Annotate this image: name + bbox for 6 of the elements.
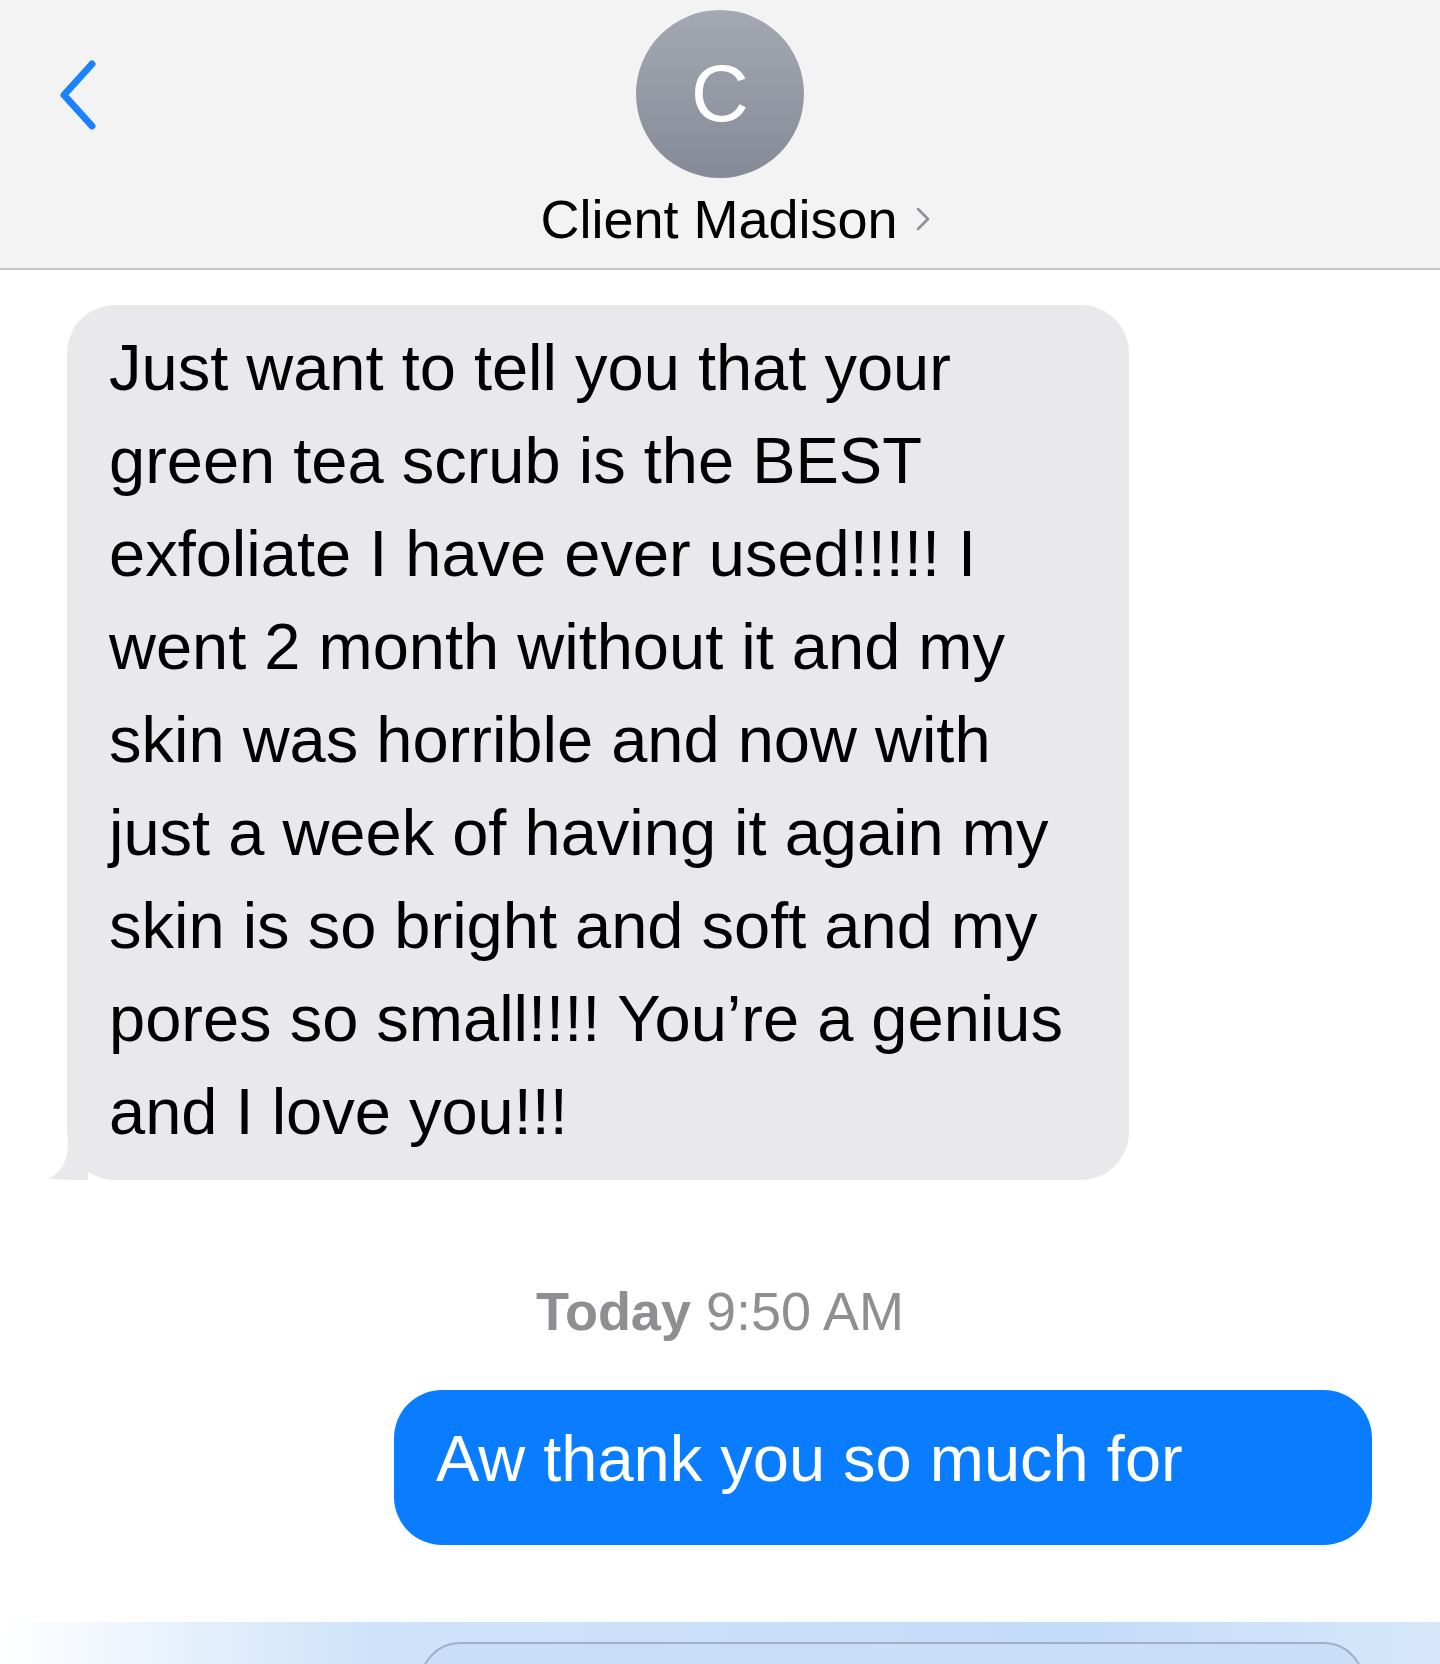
back-icon[interactable]: [58, 60, 98, 130]
message-timestamp: Today 9:50 AM: [534, 1280, 906, 1342]
incoming-message-bubble: Just want to tell you that your green tea scrub is the BEST exfoliate I have ever used!!!!! I went 2 month without it and my skin was horrible and now with just a week of having it again my skin is so bright and soft and my pores so small!!!! You’re a genius and I love you!!!: [67, 305, 1129, 1180]
outgoing-message-bubble: Aw thank you so much for: [394, 1390, 1372, 1545]
chevron-icon[interactable]: [915, 207, 930, 231]
contact-name[interactable]: Client Madison: [540, 184, 898, 254]
